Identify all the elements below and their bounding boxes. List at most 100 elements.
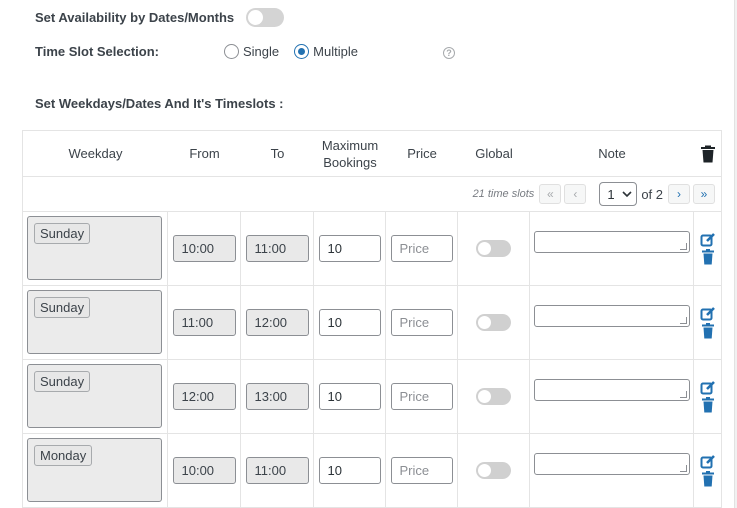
weekday-tag[interactable]: Sunday xyxy=(34,297,91,318)
note-textarea[interactable] xyxy=(533,304,690,327)
max-bookings-input[interactable]: 10 xyxy=(318,457,381,484)
global-toggle[interactable] xyxy=(476,314,511,331)
col-from: From xyxy=(189,146,220,161)
note-cell xyxy=(530,286,694,359)
from-time-input[interactable]: 12:00 xyxy=(172,383,236,410)
note-textarea[interactable] xyxy=(533,378,690,401)
note-cell xyxy=(530,360,694,433)
max-cell: 10 xyxy=(314,212,386,285)
trash-icon[interactable] xyxy=(700,471,716,487)
max-cell: 10 xyxy=(314,286,386,359)
page-of-label: of 2 xyxy=(641,186,663,202)
availability-toggle[interactable] xyxy=(246,8,285,27)
from-cell: 11:00 xyxy=(168,286,241,359)
slot-selection-label: Time Slot Selection: xyxy=(35,44,160,59)
col-price: Price xyxy=(407,146,437,161)
actions-cell xyxy=(694,212,721,285)
note-textarea[interactable] xyxy=(533,452,690,475)
note-cell xyxy=(530,434,694,507)
actions-cell xyxy=(694,434,721,507)
weekday-tag[interactable]: Monday xyxy=(34,445,93,466)
edit-icon[interactable] xyxy=(700,454,716,470)
global-toggle[interactable] xyxy=(476,240,511,257)
weekdays-label: Set Weekdays/Dates And It's Timeslots : xyxy=(35,96,284,111)
price-input[interactable]: Price xyxy=(390,457,453,484)
global-cell xyxy=(458,212,530,285)
settings-panel: Set Availability by Dates/Months Time Sl… xyxy=(0,0,735,508)
col-weekday: Weekday xyxy=(68,146,123,161)
to-time-input[interactable]: 11:00 xyxy=(245,235,309,262)
table-row: Sunday 11:00 12:00 10 Price xyxy=(23,286,721,360)
radio-multiple[interactable] xyxy=(294,44,310,59)
to-time-input[interactable]: 12:00 xyxy=(245,309,309,336)
availability-row: Set Availability by Dates/Months xyxy=(35,8,285,27)
weekday-cell: Sunday xyxy=(23,212,168,285)
from-time-input[interactable]: 10:00 xyxy=(172,457,236,484)
max-bookings-input[interactable]: 10 xyxy=(318,309,381,336)
actions-cell xyxy=(694,286,721,359)
col-note: Note xyxy=(598,146,626,161)
to-time-input[interactable]: 13:00 xyxy=(245,383,309,410)
edit-icon[interactable] xyxy=(700,306,716,322)
price-input[interactable]: Price xyxy=(390,383,453,410)
to-cell: 12:00 xyxy=(241,286,314,359)
table-row: Sunday 10:00 11:00 10 Price xyxy=(23,212,721,286)
page-select[interactable]: 1 xyxy=(599,182,638,206)
col-max-bookings: Maximum Bookings xyxy=(321,137,379,170)
weekday-select[interactable]: Sunday xyxy=(27,290,162,354)
delete-all-button[interactable] xyxy=(694,131,721,176)
table-row: Sunday 12:00 13:00 10 Price xyxy=(23,360,721,434)
weekday-select[interactable]: Sunday xyxy=(27,364,162,428)
question-circle-icon[interactable]: ? xyxy=(443,47,455,59)
weekday-cell: Monday xyxy=(23,434,168,507)
table-row: Monday 10:00 11:00 10 Price xyxy=(23,434,721,508)
price-input[interactable]: Price xyxy=(390,309,453,336)
price-cell: Price xyxy=(386,286,458,359)
weekdays-heading: Set Weekdays/Dates And It's Timeslots : xyxy=(35,96,284,111)
max-bookings-input[interactable]: 10 xyxy=(318,383,381,410)
radio-single-label[interactable]: Single xyxy=(243,44,279,59)
trash-icon[interactable] xyxy=(700,397,716,413)
max-cell: 10 xyxy=(314,434,386,507)
trash-icon xyxy=(700,145,715,162)
next-page-button[interactable]: › xyxy=(668,184,690,204)
from-time-input[interactable]: 10:00 xyxy=(172,235,236,262)
weekday-cell: Sunday xyxy=(23,286,168,359)
price-input[interactable]: Price xyxy=(390,235,453,262)
last-page-button[interactable]: » xyxy=(693,184,715,204)
weekday-select[interactable]: Sunday xyxy=(27,216,162,280)
max-cell: 10 xyxy=(314,360,386,433)
global-toggle[interactable] xyxy=(476,462,511,479)
slot-selection-radios: Single Multiple xyxy=(224,44,373,59)
global-toggle[interactable] xyxy=(476,388,511,405)
timeslots-table: Weekday From To Maximum Bookings Price G… xyxy=(22,130,722,508)
trash-icon[interactable] xyxy=(700,249,716,265)
to-cell: 11:00 xyxy=(241,212,314,285)
trash-icon[interactable] xyxy=(700,323,716,339)
global-cell xyxy=(458,360,530,433)
edit-icon[interactable] xyxy=(700,380,716,396)
edit-icon[interactable] xyxy=(700,232,716,248)
radio-multiple-label[interactable]: Multiple xyxy=(313,44,358,59)
price-cell: Price xyxy=(386,360,458,433)
note-cell xyxy=(530,212,694,285)
radio-single[interactable] xyxy=(224,44,239,59)
first-page-button[interactable]: « xyxy=(539,184,562,204)
from-cell: 12:00 xyxy=(168,360,241,433)
to-cell: 13:00 xyxy=(241,360,314,433)
weekday-select[interactable]: Monday xyxy=(27,438,162,502)
max-bookings-input[interactable]: 10 xyxy=(318,235,381,262)
page-select-value: 1 xyxy=(607,186,615,202)
weekday-tag[interactable]: Sunday xyxy=(34,371,91,392)
actions-cell xyxy=(694,360,721,433)
note-textarea[interactable] xyxy=(533,230,690,253)
from-time-input[interactable]: 11:00 xyxy=(172,309,236,336)
availability-label: Set Availability by Dates/Months xyxy=(35,10,235,25)
weekday-cell: Sunday xyxy=(23,360,168,433)
to-cell: 11:00 xyxy=(241,434,314,507)
global-cell xyxy=(458,434,530,507)
to-time-input[interactable]: 11:00 xyxy=(245,457,309,484)
weekday-tag[interactable]: Sunday xyxy=(34,223,91,244)
prev-page-button[interactable]: ‹ xyxy=(564,184,587,204)
from-cell: 10:00 xyxy=(168,434,241,507)
